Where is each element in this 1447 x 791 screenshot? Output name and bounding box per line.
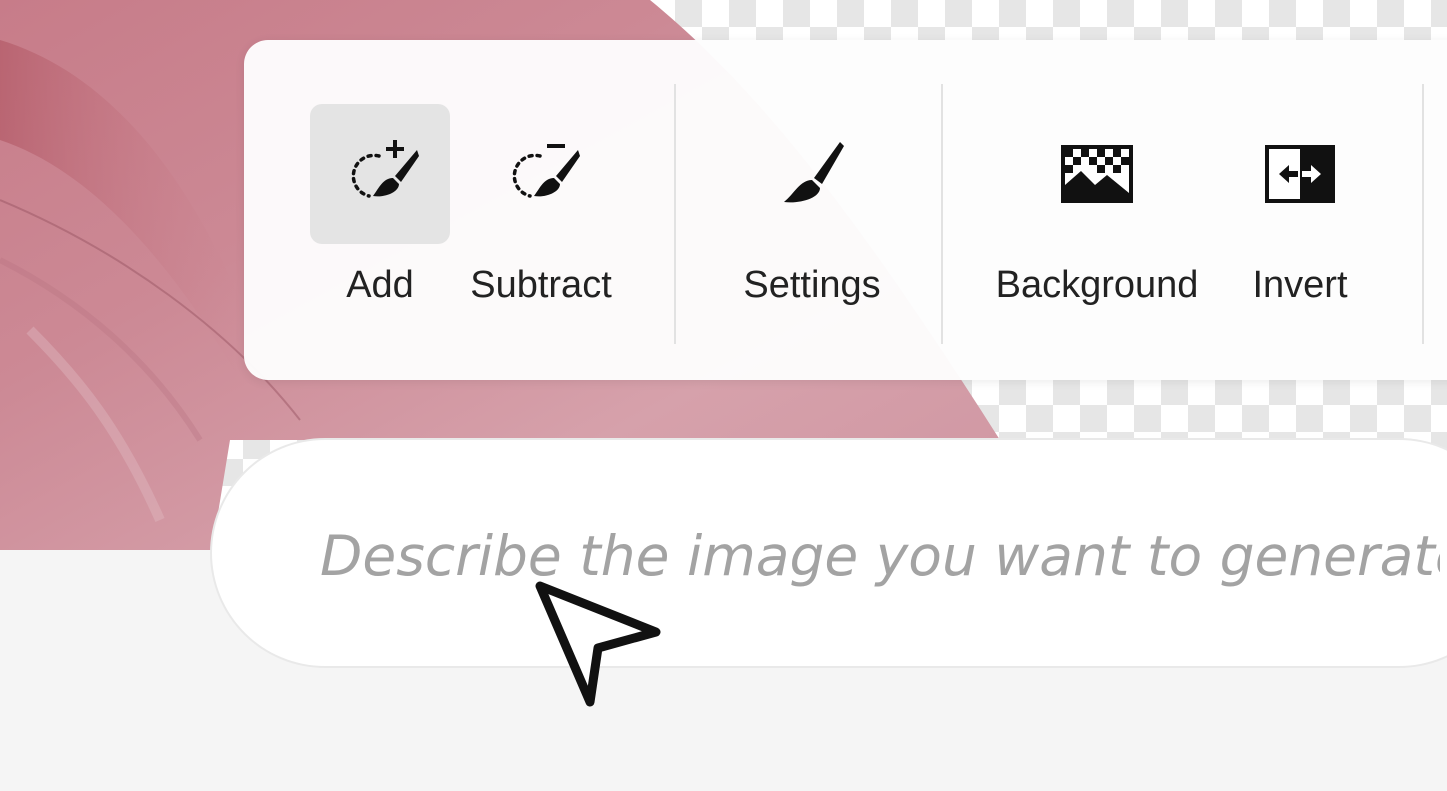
selection-toolbar: Add Subtract Settings Background Invert — [244, 40, 1447, 380]
prompt-bar[interactable] — [212, 440, 1447, 666]
brush-icon — [784, 142, 844, 203]
prompt-input[interactable] — [320, 516, 1440, 596]
background-tool-icon-box — [1027, 104, 1167, 244]
settings-tool-button[interactable]: Settings — [732, 40, 892, 380]
subtract-tool-label: Subtract — [470, 264, 612, 306]
subtract-tool-icon-box — [471, 104, 611, 244]
add-tool-label: Add — [346, 264, 414, 306]
background-tool-label: Background — [995, 264, 1199, 306]
background-image-icon — [1061, 145, 1133, 203]
invert-tool-icon-box — [1230, 104, 1370, 244]
subtract-selection-brush-icon — [512, 144, 580, 198]
settings-tool-label: Settings — [743, 264, 881, 306]
settings-tool-icon-box — [742, 104, 882, 244]
invert-tool-button[interactable]: Invert — [1230, 40, 1370, 380]
invert-icon — [1265, 145, 1335, 203]
add-tool-button[interactable]: Add — [310, 40, 450, 380]
invert-tool-label: Invert — [1252, 264, 1348, 306]
toolbar-divider — [941, 84, 943, 344]
mouse-pointer-icon — [535, 581, 661, 707]
toolbar-divider — [674, 84, 676, 344]
add-selection-brush-icon — [351, 140, 419, 198]
subtract-tool-button[interactable]: Subtract — [466, 40, 616, 380]
background-tool-button[interactable]: Background — [990, 40, 1204, 380]
toolbar-divider — [1422, 84, 1424, 344]
add-tool-icon-box — [310, 104, 450, 244]
